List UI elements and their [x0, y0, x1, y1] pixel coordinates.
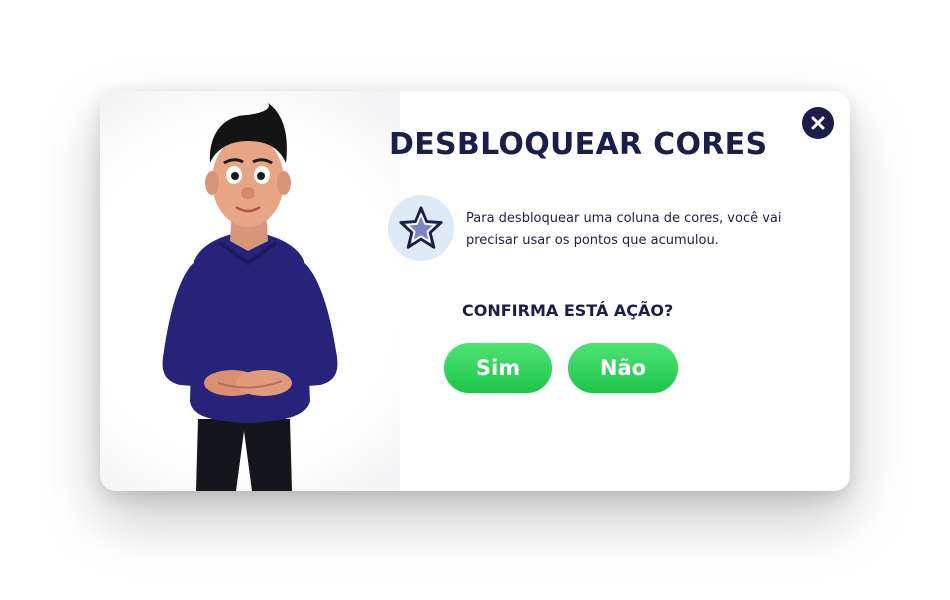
confirm-question: CONFIRMA ESTÁ AÇÃO? [462, 301, 674, 320]
close-icon [811, 116, 825, 130]
avatar-panel [100, 91, 400, 491]
star-icon [399, 206, 443, 249]
screen: DESBLOQUEAR CORES Para desbloquear uma c… [0, 0, 950, 600]
dialog-title: DESBLOQUEAR CORES [389, 127, 768, 162]
unlock-colors-dialog: DESBLOQUEAR CORES Para desbloquear uma c… [100, 91, 850, 491]
star-icon-badge [388, 195, 454, 261]
close-button[interactable] [802, 107, 834, 139]
sign-language-avatar [162, 103, 338, 491]
no-button[interactable]: Não [568, 343, 678, 393]
yes-button[interactable]: Sim [444, 343, 552, 393]
dialog-message: Para desbloquear uma coluna de cores, vo… [466, 211, 782, 248]
